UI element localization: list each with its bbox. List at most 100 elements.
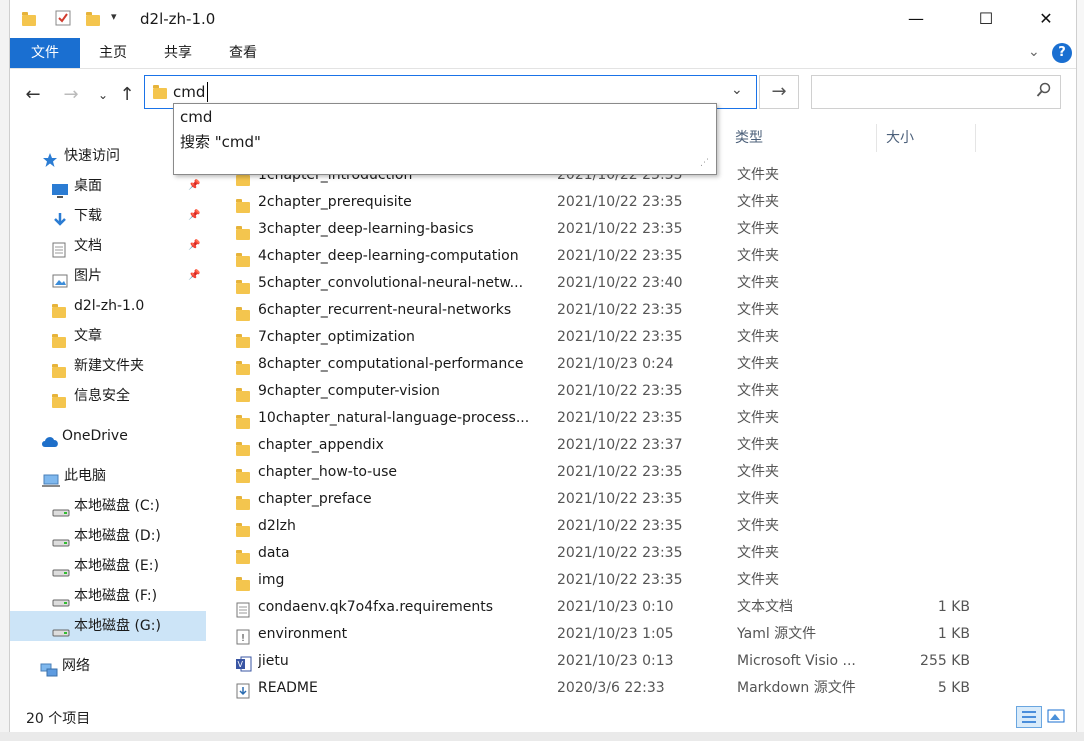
search-icon[interactable] [1036, 82, 1052, 102]
file-size: 1 KB [937, 626, 970, 642]
address-input[interactable]: cmd [173, 83, 205, 101]
file-date: 2021/10/22 23:35 [557, 194, 683, 210]
file-type: 文件夹 [737, 275, 779, 291]
file-name: img [258, 572, 285, 588]
tab-share[interactable]: 共享 [153, 38, 203, 68]
column-header-size[interactable]: 大小 [886, 122, 914, 154]
tab-view[interactable]: 查看 [218, 38, 268, 68]
file-date: 2020/3/6 22:33 [557, 680, 665, 696]
back-button[interactable]: ← [21, 82, 45, 108]
file-list: 1chapter_introduction 2021/10/22 23:35 文件夹… [10, 162, 1010, 702]
file-row[interactable]: d2lzh 2021/10/22 23:35 文件夹 [230, 513, 970, 540]
help-icon[interactable]: ? [1052, 43, 1072, 63]
autocomplete-item[interactable]: cmd [180, 108, 212, 126]
file-name: 6chapter_recurrent-neural-networks [258, 302, 512, 318]
column-header-type[interactable]: 类型 [735, 122, 763, 154]
file-row[interactable]: 9chapter_computer-vision 2021/10/22 23:35… [230, 378, 970, 405]
file-name: 10chapter_natural-language-process... [258, 410, 530, 426]
file-row[interactable]: data 2021/10/22 23:35 文件夹 [230, 540, 970, 567]
file-row[interactable]: 4chapter_deep-learning-computation 2021/1… [230, 243, 970, 270]
file-row[interactable]: img 2021/10/22 23:35 文件夹 [230, 567, 970, 594]
autocomplete-item[interactable]: 搜索 "cmd" [180, 131, 261, 152]
recent-locations-button[interactable]: ⌄ [91, 82, 115, 108]
file-date: 2021/10/22 23:35 [557, 572, 683, 588]
file-name: chapter_appendix [258, 437, 384, 453]
window-title: d2l-zh-1.0 [140, 10, 216, 28]
file-type: 文件夹 [737, 491, 779, 507]
file-type: 文件夹 [737, 383, 779, 399]
file-date: 2021/10/22 23:35 [557, 410, 683, 426]
minimize-button[interactable]: — [893, 0, 939, 38]
file-date: 2021/10/23 0:10 [557, 599, 674, 615]
svg-text:V: V [238, 660, 244, 669]
explorer-window: ▾ d2l-zh-1.0 — ☐ ✕ 文件 主页 共享 查看 ⌄ ? ← → ⌄… [9, 0, 1077, 732]
file-name: d2lzh [258, 518, 296, 534]
file-date: 2021/10/23 1:05 [557, 626, 674, 642]
file-row[interactable]: 7chapter_optimization 2021/10/22 23:35 文件夹 [230, 324, 970, 351]
maximize-button[interactable]: ☐ [963, 0, 1009, 38]
up-button[interactable]: ↑ [115, 82, 139, 108]
file-name: chapter_how-to-use [258, 464, 397, 480]
file-date: 2021/10/22 23:35 [557, 545, 683, 561]
file-row[interactable]: 2chapter_prerequisite 2021/10/22 23:35 文件夹 [230, 189, 970, 216]
file-row[interactable]: 6chapter_recurrent-neural-networks 2021/1… [230, 297, 970, 324]
search-box[interactable] [811, 75, 1061, 109]
file-row[interactable]: 8chapter_computational-performance 2021/1… [230, 351, 970, 378]
file-name: 3chapter_deep-learning-basics [258, 221, 474, 237]
background-bottom [0, 732, 1084, 741]
file-date: 2021/10/22 23:35 [557, 518, 683, 534]
file-date: 2021/10/22 23:35 [557, 329, 683, 345]
customize-toolbar-icon[interactable]: ▾ [111, 10, 117, 23]
file-row[interactable]: ! environment 2021/10/23 1:05 Yaml 源文件 1 KB [230, 621, 970, 648]
properties-icon[interactable] [54, 9, 74, 29]
file-date: 2021/10/22 23:35 [557, 302, 683, 318]
file-type: Markdown 源文件 [737, 680, 856, 696]
file-row[interactable]: 10chapter_natural-language-process... 202… [230, 405, 970, 432]
new-folder-icon[interactable] [86, 12, 100, 30]
address-history-dropdown[interactable]: ⌄ [731, 82, 743, 98]
file-type: 文件夹 [737, 437, 779, 453]
status-item-count: 20 个项目 [26, 711, 91, 727]
file-row[interactable]: chapter_how-to-use 2021/10/22 23:35 文件夹 [230, 459, 970, 486]
file-name: README [258, 680, 318, 696]
file-row[interactable]: README 2020/3/6 22:33 Markdown 源文件 5 KB [230, 675, 970, 702]
file-row[interactable]: 5chapter_convolutional-neural-netw... 202… [230, 270, 970, 297]
expand-ribbon-icon[interactable]: ⌄ [1028, 44, 1040, 60]
background-left [0, 0, 9, 741]
file-row[interactable]: 3chapter_deep-learning-basics 2021/10/22 … [230, 216, 970, 243]
file-name: jietu [258, 653, 289, 669]
search-input[interactable] [818, 82, 1022, 104]
svg-text:!: ! [241, 633, 245, 644]
file-date: 2021/10/22 23:40 [557, 275, 683, 291]
file-name: environment [258, 626, 348, 642]
file-row[interactable]: condaenv.qk7o4fxa.requirements 2021/10/23… [230, 594, 970, 621]
file-date: 2021/10/23 0:13 [557, 653, 674, 669]
file-date: 2021/10/22 23:35 [557, 248, 683, 264]
file-type: 文件夹 [737, 410, 779, 426]
file-type: 文件夹 [737, 248, 779, 264]
file-name: 2chapter_prerequisite [258, 194, 412, 210]
file-type: 文件夹 [737, 221, 779, 237]
file-type: 文件夹 [737, 464, 779, 480]
file-name: 8chapter_computational-performance [258, 356, 524, 372]
file-name: 9chapter_computer-vision [258, 383, 440, 399]
file-row[interactable]: chapter_preface 2021/10/22 23:35 文件夹 [230, 486, 970, 513]
tab-file[interactable]: 文件 [10, 38, 80, 68]
file-type: 文件夹 [737, 356, 779, 372]
close-button[interactable]: ✕ [1023, 0, 1069, 38]
large-icons-view-button[interactable] [1044, 706, 1070, 728]
file-type: 文件夹 [737, 167, 779, 183]
file-row[interactable]: chapter_appendix 2021/10/22 23:37 文件夹 [230, 432, 970, 459]
file-date: 2021/10/23 0:24 [557, 356, 674, 372]
file-name: chapter_preface [258, 491, 372, 507]
resize-grip-icon[interactable]: ⋰ [700, 158, 709, 168]
column-divider [975, 124, 976, 152]
go-button[interactable]: → [759, 75, 799, 109]
file-type: Yaml 源文件 [737, 626, 817, 642]
forward-button[interactable]: → [59, 82, 83, 108]
tab-home[interactable]: 主页 [88, 38, 138, 68]
file-row[interactable]: Vjietu 2021/10/23 0:13 Microsoft Visio ...… [230, 648, 970, 675]
details-view-button[interactable] [1016, 706, 1042, 728]
star-icon [42, 149, 58, 167]
file-date: 2021/10/22 23:35 [557, 383, 683, 399]
